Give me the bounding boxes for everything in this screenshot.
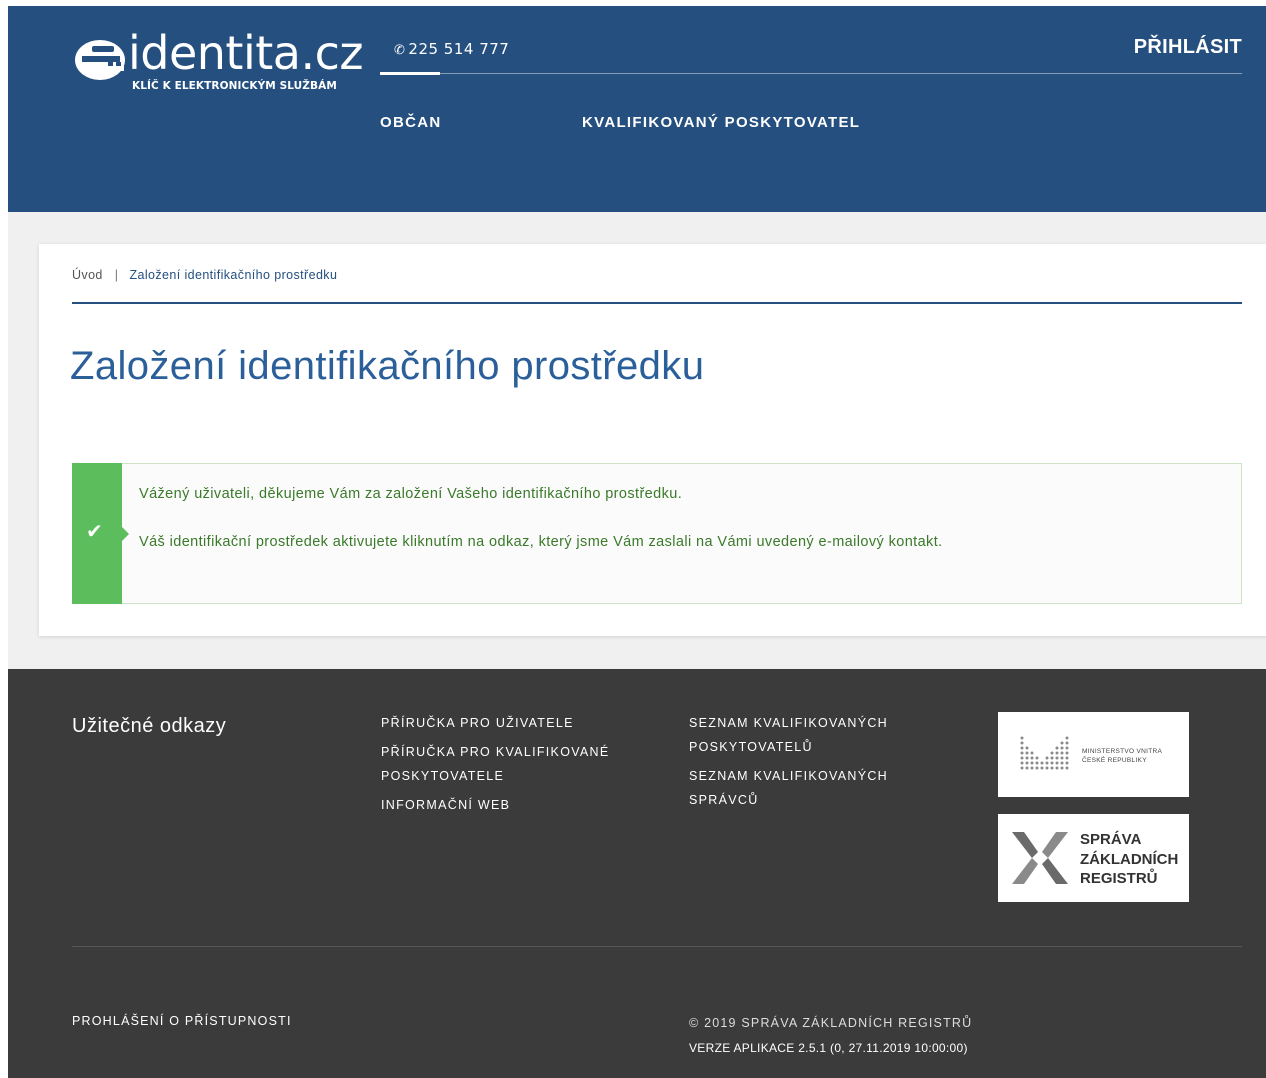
app-version-text: VERZE APLIKACE 2.5.1 (0, 27.11.2019 10:0…	[689, 1041, 968, 1055]
mvcr-line2: ČESKÉ REPUBLIKY	[1082, 757, 1147, 764]
partner-logo-mvcr[interactable]: MINISTERSTVO VNITRA ČESKÉ REPUBLIKY	[998, 712, 1189, 797]
breadcrumb-current[interactable]: Založení identifikačního prostředku	[129, 268, 337, 282]
szr-logo-icon	[1012, 832, 1068, 884]
phone-contact[interactable]: ✆ 225 514 777	[394, 40, 509, 58]
partner-logo-szr[interactable]: SPRÁVA ZÁKLADNÍCH REGISTRŮ	[998, 814, 1189, 902]
mvcr-logo-icon	[1020, 736, 1069, 770]
success-alert: ✔ Vážený uživateli, děkujeme Vám za zalo…	[72, 463, 1242, 604]
accessibility-statement-link[interactable]: PROHLÁŠENÍ O PŘÍSTUPNOSTI	[72, 1014, 292, 1028]
page-title: Založení identifikačního prostředku	[70, 344, 705, 388]
phone-number: 225 514 777	[408, 40, 510, 58]
login-button[interactable]: PŘIHLÁSIT	[1134, 36, 1242, 59]
site-footer: Užitečné odkazy PŘÍRUČKA PRO UŽIVATELE P…	[8, 669, 1266, 1078]
alert-message-activation: Váš identifikační prostředek aktivujete …	[139, 534, 943, 550]
phone-icon: ✆	[394, 43, 406, 58]
check-icon: ✔	[86, 519, 103, 543]
logo[interactable]: identita.cz KLÍČ K ELEKTRONICKÝM SLUŽBÁM	[74, 26, 364, 96]
logo-wordmark: identita.cz	[128, 26, 364, 80]
footer-link-info-web[interactable]: INFORMAČNÍ WEB	[381, 793, 641, 817]
copyright-text: © 2019 SPRÁVA ZÁKLADNÍCH REGISTRŮ	[689, 1016, 973, 1030]
footer-link-user-guide[interactable]: PŘÍRUČKA PRO UŽIVATELE	[381, 711, 641, 735]
header-divider-accent	[380, 72, 440, 75]
nav-item-obcan[interactable]: OBČAN	[380, 114, 442, 131]
breadcrumb-separator: |	[114, 268, 119, 282]
breadcrumb-home-link[interactable]: Úvod	[72, 268, 103, 282]
page: identita.cz KLÍČ K ELEKTRONICKÝM SLUŽBÁM…	[8, 6, 1266, 1078]
header-divider	[380, 73, 1242, 74]
mvcr-logo-text: MINISTERSTVO VNITRA ČESKÉ REPUBLIKY	[1082, 747, 1162, 765]
footer-links-column-2: SEZNAM KVALIFIKOVANÝCH POSKYTOVATELŮ SEZ…	[689, 711, 929, 817]
footer-link-admin-list[interactable]: SEZNAM KVALIFIKOVANÝCH SPRÁVCŮ	[689, 764, 929, 812]
szr-line2: ZÁKLADNÍCH	[1080, 850, 1179, 868]
alert-stripe: ✔	[72, 463, 129, 604]
breadcrumb: Úvod | Založení identifikačního prostředku	[72, 268, 337, 282]
footer-divider	[72, 946, 1242, 947]
footer-links-column-1: PŘÍRUČKA PRO UŽIVATELE PŘÍRUČKA PRO KVAL…	[381, 711, 641, 822]
alert-message-thanks: Vážený uživateli, děkujeme Vám za založe…	[139, 486, 683, 502]
alert-stripe-arrow	[122, 527, 129, 541]
footer-link-provider-guide[interactable]: PŘÍRUČKA PRO KVALIFIKOVANÉ POSKYTOVATELE	[381, 740, 641, 788]
szr-line3: REGISTRŮ	[1080, 870, 1158, 887]
content-card: Úvod | Založení identifikačního prostředku…	[39, 244, 1266, 636]
breadcrumb-divider	[72, 302, 1242, 304]
szr-line1: SPRÁVA	[1080, 831, 1142, 848]
eidentita-logo-icon	[75, 40, 125, 80]
szr-logo-text: SPRÁVA ZÁKLADNÍCH REGISTRŮ	[1080, 830, 1178, 889]
nav-item-kvalifikovany-poskytovatel[interactable]: KVALIFIKOVANÝ POSKYTOVATEL	[582, 114, 860, 131]
logo-tagline: KLÍČ K ELEKTRONICKÝM SLUŽBÁM	[132, 80, 337, 92]
footer-link-provider-list[interactable]: SEZNAM KVALIFIKOVANÝCH POSKYTOVATELŮ	[689, 711, 929, 759]
site-header: identita.cz KLÍČ K ELEKTRONICKÝM SLUŽBÁM…	[8, 6, 1266, 212]
useful-links-title: Užitečné odkazy	[72, 715, 227, 737]
mvcr-line1: MINISTERSTVO VNITRA	[1082, 748, 1163, 755]
